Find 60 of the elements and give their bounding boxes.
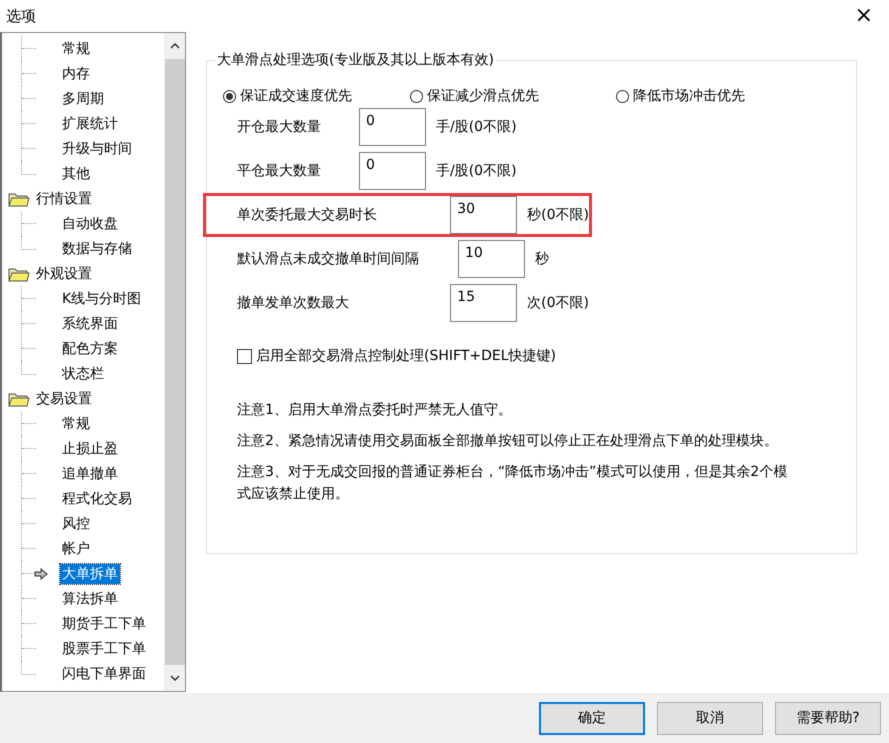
caret-down-icon [170,675,180,681]
tree-group[interactable]: 行情设置 [36,190,92,208]
tree-group[interactable]: 外观设置 [36,264,92,282]
tree-item[interactable]: 期货手工下单 [60,614,148,634]
unit-label: 秒(0不限) [527,206,589,224]
tree-item[interactable]: 股票手工下单 [60,638,148,658]
field-label: 开仓最大数量 [237,118,322,136]
tree-item[interactable]: 算法拆单 [60,588,120,608]
tree-item[interactable]: 系统界面 [60,314,120,334]
scrollbar[interactable] [164,33,185,691]
tree-item[interactable]: K线与分时图 [60,288,144,308]
unit-label: 秒 [535,250,549,268]
tree-item[interactable]: 止损止盈 [60,438,120,458]
input-field[interactable]: 30 [450,196,518,234]
tree-item[interactable]: 常规 [60,414,92,434]
tree-item[interactable]: 自动收盘 [60,214,120,234]
radio-button[interactable]: 降低市场冲击优先 [616,87,745,105]
note-text: 注意3、对于无成交回报的普通证券柜台，“降低市场冲击”模式可以使用，但是其余2个模式应该禁止使用。 [237,463,788,504]
field-label: 平仓最大数量 [237,162,322,180]
input-field[interactable]: 0 [359,152,426,190]
radio-button[interactable]: 保证减少滑点优先 [410,87,616,105]
tree-item[interactable]: 配色方案 [60,338,120,358]
note-text: 注意1、启用大单滑点委托时严禁无人值守。 [237,401,513,420]
tree-item[interactable]: 数据与存储 [60,238,134,258]
input-field[interactable]: 15 [450,284,518,322]
tree-item[interactable]: 多周期 [60,88,106,108]
dialog-button[interactable]: 取消 [657,702,763,734]
input-field[interactable]: 10 [458,240,525,278]
dialog-button[interactable]: 需要帮助? [775,702,881,734]
tree-item[interactable]: 大单拆单 [60,564,120,584]
scroll-up-button[interactable] [165,33,185,59]
checkbox[interactable]: 启用全部交易滑点控制处理(SHIFT+DEL快捷键) [237,347,556,365]
tree-item[interactable]: 帐户 [60,538,92,558]
unit-label: 手/股(0不限) [436,118,517,136]
group-title: 大单滑点处理选项(专业版及其以上版本有效) [215,51,496,69]
close-button[interactable]: × [850,5,877,27]
dialog-button[interactable]: 确定 [539,702,645,734]
field-label: 撤单发单次数最大 [237,294,350,312]
tree-item[interactable]: 闪电下单界面 [60,664,148,684]
field-label: 默认滑点未成交撤单时间间隔 [237,250,420,268]
input-field[interactable]: 0 [359,108,426,146]
tree-item[interactable]: 状态栏 [60,364,106,384]
radio-button[interactable]: 保证成交速度优先 [223,87,410,105]
tree-item[interactable]: 风控 [60,514,92,534]
caret-up-icon [170,43,180,49]
tree-item[interactable]: 追单撤单 [60,464,120,484]
tree-item[interactable]: 扩展统计 [60,114,120,134]
tree-item[interactable]: 内存 [60,64,92,84]
arrow-icon [34,568,48,580]
tree-item[interactable]: 常规 [60,38,92,58]
unit-label: 手/股(0不限) [436,162,517,180]
window-title: 选项 [6,6,36,26]
tree-item[interactable]: 其他 [60,164,92,184]
tree-group[interactable]: 交易设置 [36,390,92,408]
tree-item[interactable]: 程式化交易 [60,488,134,508]
note-text: 注意2、紧急情况请使用交易面板全部撤单按钮可以停止正在处理滑点下单的处理模块。 [237,432,779,451]
scroll-down-button[interactable] [165,665,185,691]
tree-item[interactable]: 升级与时间 [60,138,134,158]
field-label: 单次委托最大交易时长 [237,206,378,224]
unit-label: 次(0不限) [527,294,589,312]
